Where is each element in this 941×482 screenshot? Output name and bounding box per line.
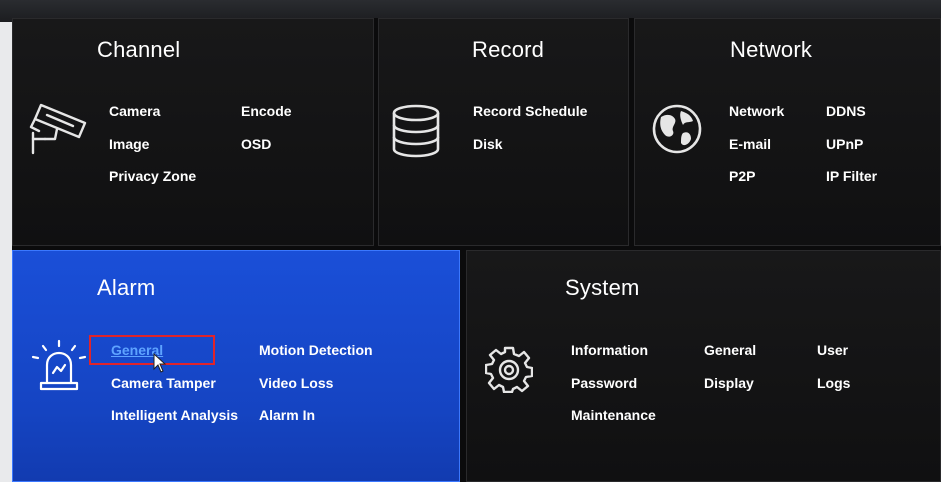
- menu-item-information[interactable]: Information: [571, 342, 648, 358]
- gear-icon: [484, 345, 534, 398]
- menu-item-maintenance[interactable]: Maintenance: [571, 407, 656, 423]
- tile-channel-title: Channel: [97, 37, 181, 62]
- menu-item-ddns[interactable]: DDNS: [826, 103, 866, 119]
- tile-record[interactable]: Record Record Schedule Disk: [378, 18, 629, 246]
- menu-item-disk[interactable]: Disk: [473, 136, 503, 152]
- menu-item-display[interactable]: Display: [704, 375, 754, 391]
- alarm-light-icon: [29, 337, 89, 400]
- menu-panel: Channel Camera Encode Image OSD Privacy …: [12, 18, 941, 482]
- menu-item-ip-filter[interactable]: IP Filter: [826, 168, 877, 184]
- menu-item-network[interactable]: Network: [729, 103, 784, 119]
- menu-item-osd[interactable]: OSD: [241, 136, 271, 152]
- globe-icon: [651, 103, 703, 160]
- menu-item-camera-tamper[interactable]: Camera Tamper: [111, 375, 216, 391]
- menu-item-image[interactable]: Image: [109, 136, 149, 152]
- menu-item-camera[interactable]: Camera: [109, 103, 160, 119]
- menu-item-system-general[interactable]: General: [704, 342, 756, 358]
- disk-stack-icon: [391, 103, 441, 164]
- tile-alarm[interactable]: Alarm General Motion Detection Camera Ta…: [12, 250, 460, 482]
- menu-item-upnp[interactable]: UPnP: [826, 136, 863, 152]
- tile-channel[interactable]: Channel Camera Encode Image OSD Privacy …: [12, 18, 374, 246]
- menu-item-p2p[interactable]: P2P: [729, 168, 755, 184]
- dvr-main-menu-screen: Channel Camera Encode Image OSD Privacy …: [0, 0, 941, 482]
- tile-network-title: Network: [730, 37, 813, 62]
- tile-system-title: System: [565, 275, 640, 300]
- menu-item-record-schedule[interactable]: Record Schedule: [473, 103, 587, 119]
- tile-network[interactable]: Network Network DDNS E-mail UPnP P2P IP …: [634, 18, 941, 246]
- menu-item-intelligent-analysis[interactable]: Intelligent Analysis: [111, 407, 238, 423]
- menu-item-encode[interactable]: Encode: [241, 103, 292, 119]
- menu-item-privacy-zone[interactable]: Privacy Zone: [109, 168, 196, 184]
- menu-item-email[interactable]: E-mail: [729, 136, 771, 152]
- menu-item-video-loss[interactable]: Video Loss: [259, 375, 333, 391]
- menu-item-user[interactable]: User: [817, 342, 848, 358]
- menu-item-alarm-in[interactable]: Alarm In: [259, 407, 315, 423]
- tile-record-title: Record: [472, 37, 545, 62]
- menu-item-password[interactable]: Password: [571, 375, 637, 391]
- tile-system[interactable]: System Information General User Password…: [466, 250, 941, 482]
- menu-item-motion-detection[interactable]: Motion Detection: [259, 342, 373, 358]
- tile-alarm-title: Alarm: [97, 275, 156, 300]
- menu-item-logs[interactable]: Logs: [817, 375, 850, 391]
- camera-icon: [27, 99, 89, 162]
